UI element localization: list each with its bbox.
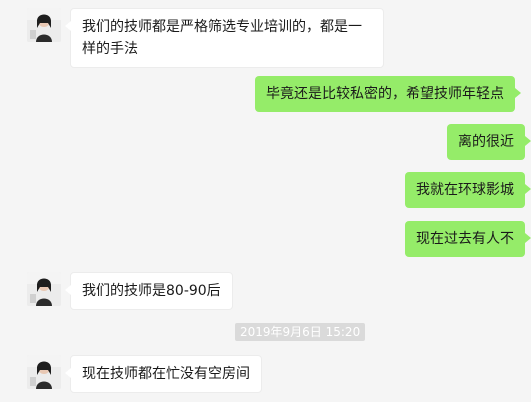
avatar[interactable] [27, 272, 61, 306]
avatar-photo-icon [27, 272, 61, 306]
message-bubble[interactable]: 毕竟还是比较私密的，希望技师年轻点 [255, 76, 521, 112]
message-bubble[interactable]: 我们的技师是80-90后 [65, 272, 233, 310]
timestamp: 2019年9月6日 15:20 [235, 323, 366, 341]
avatar-photo-icon [27, 355, 61, 389]
message-bubble[interactable]: 我就在环球影城 [405, 172, 531, 208]
avatar-photo-icon [27, 8, 61, 42]
chat-window: 我们的技师都是严格筛选专业培训的，都是一样的手法 毕竟还是比较私密的，希望技师年… [0, 0, 531, 402]
avatar[interactable] [27, 355, 61, 389]
message-bubble[interactable]: 现在技师都在忙没有空房间 [65, 355, 262, 393]
message-bubble[interactable]: 离的很近 [447, 124, 531, 160]
avatar[interactable] [27, 8, 61, 42]
message-bubble[interactable]: 现在过去有人不 [405, 221, 531, 257]
message-bubble[interactable]: 我们的技师都是严格筛选专业培训的，都是一样的手法 [65, 8, 384, 68]
